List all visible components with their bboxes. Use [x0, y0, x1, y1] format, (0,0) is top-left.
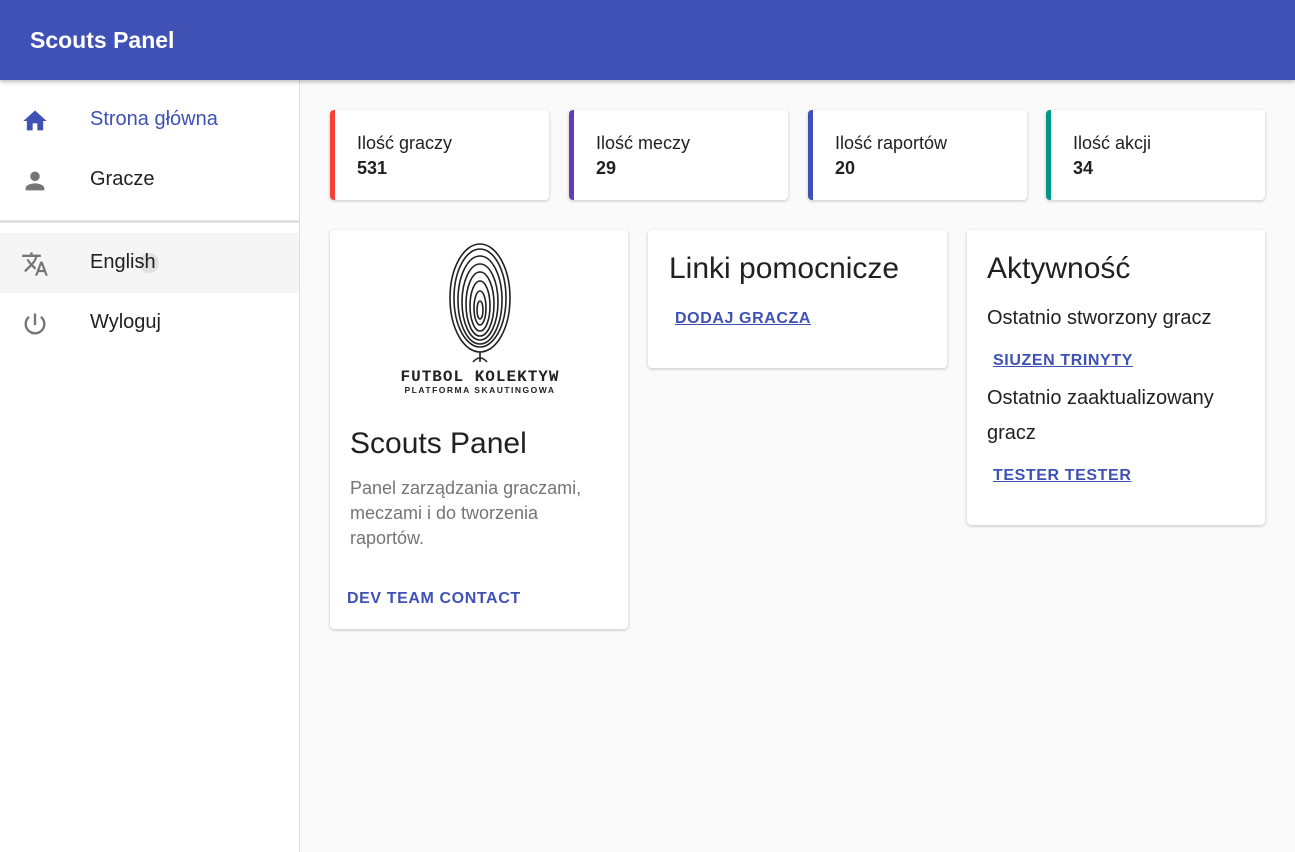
stat-accent-bar [1046, 110, 1051, 200]
translate-icon [22, 252, 48, 276]
sidebar-item-language[interactable]: English [0, 233, 299, 293]
sidebar-item-label: Strona główna [90, 108, 218, 130]
home-icon [23, 110, 47, 131]
activity-card: Aktywność Ostatnio stworzony gracz SIUZE… [967, 230, 1265, 525]
ripple-effect [139, 253, 159, 273]
stat-accent-bar [330, 110, 335, 200]
futbol-kolektyw-logo: FUTBOL KOLEKTYW PLATFORMA SKAUTINGOWA [400, 243, 559, 395]
sidebar-item-logout[interactable]: Wyloguj [0, 293, 299, 353]
sidebar-item-players[interactable]: Gracze [0, 150, 299, 210]
sidebar-item-home[interactable]: Strona główna [0, 90, 299, 150]
stat-label: Ilość raportów [835, 133, 948, 153]
sidebar: Strona główna Gracze English Wyloguj [0, 80, 300, 852]
app-title: Scouts Panel [30, 27, 175, 53]
about-card-description: Panel zarządzania graczami, meczami i do… [350, 478, 582, 548]
stat-accent-bar [569, 110, 574, 200]
about-card-title: Scouts Panel [350, 427, 527, 460]
about-card: FUTBOL KOLEKTYW PLATFORMA SKAUTINGOWA Sc… [330, 230, 628, 629]
last-created-player-link[interactable]: SIUZEN TRINYTY [993, 352, 1133, 370]
person-icon [25, 171, 45, 191]
links-card: Linki pomocnicze DODAJ GRACZA [648, 230, 947, 368]
stat-label: Ilość meczy [596, 133, 691, 153]
sidebar-divider [0, 220, 299, 223]
last-updated-label: Ostatnio zaaktualizowany gracz [987, 387, 1214, 444]
power-icon [24, 313, 46, 335]
sidebar-item-label: Gracze [90, 168, 155, 190]
last-updated-player-link[interactable]: TESTER TESTER [993, 467, 1131, 485]
links-card-title: Linki pomocnicze [669, 252, 900, 285]
last-created-label: Ostatnio stworzony gracz [987, 307, 1212, 329]
stat-card-players: Ilość graczy 531 [330, 110, 549, 200]
stat-value: 29 [596, 158, 617, 178]
stat-label: Ilość graczy [357, 133, 453, 153]
logo-subtext: PLATFORMA SKAUTINGOWA [405, 385, 556, 395]
stat-card-matches: Ilość meczy 29 [569, 110, 788, 200]
logo-text: FUTBOL KOLEKTYW [400, 368, 559, 386]
stat-value: 34 [1073, 158, 1094, 178]
stat-value: 531 [357, 158, 388, 178]
stat-card-reports: Ilość raportów 20 [808, 110, 1027, 200]
stat-card-actions: Ilość akcji 34 [1046, 110, 1265, 200]
stat-value: 20 [835, 158, 856, 178]
stat-accent-bar [808, 110, 813, 200]
add-player-link[interactable]: DODAJ GRACZA [675, 310, 811, 328]
stat-label: Ilość akcji [1073, 133, 1152, 153]
app-bar: Scouts Panel [0, 0, 1295, 80]
sidebar-item-label: Wyloguj [90, 311, 161, 333]
activity-card-title: Aktywność [987, 252, 1131, 285]
dev-team-contact-button[interactable]: Dev team contact [347, 590, 521, 608]
